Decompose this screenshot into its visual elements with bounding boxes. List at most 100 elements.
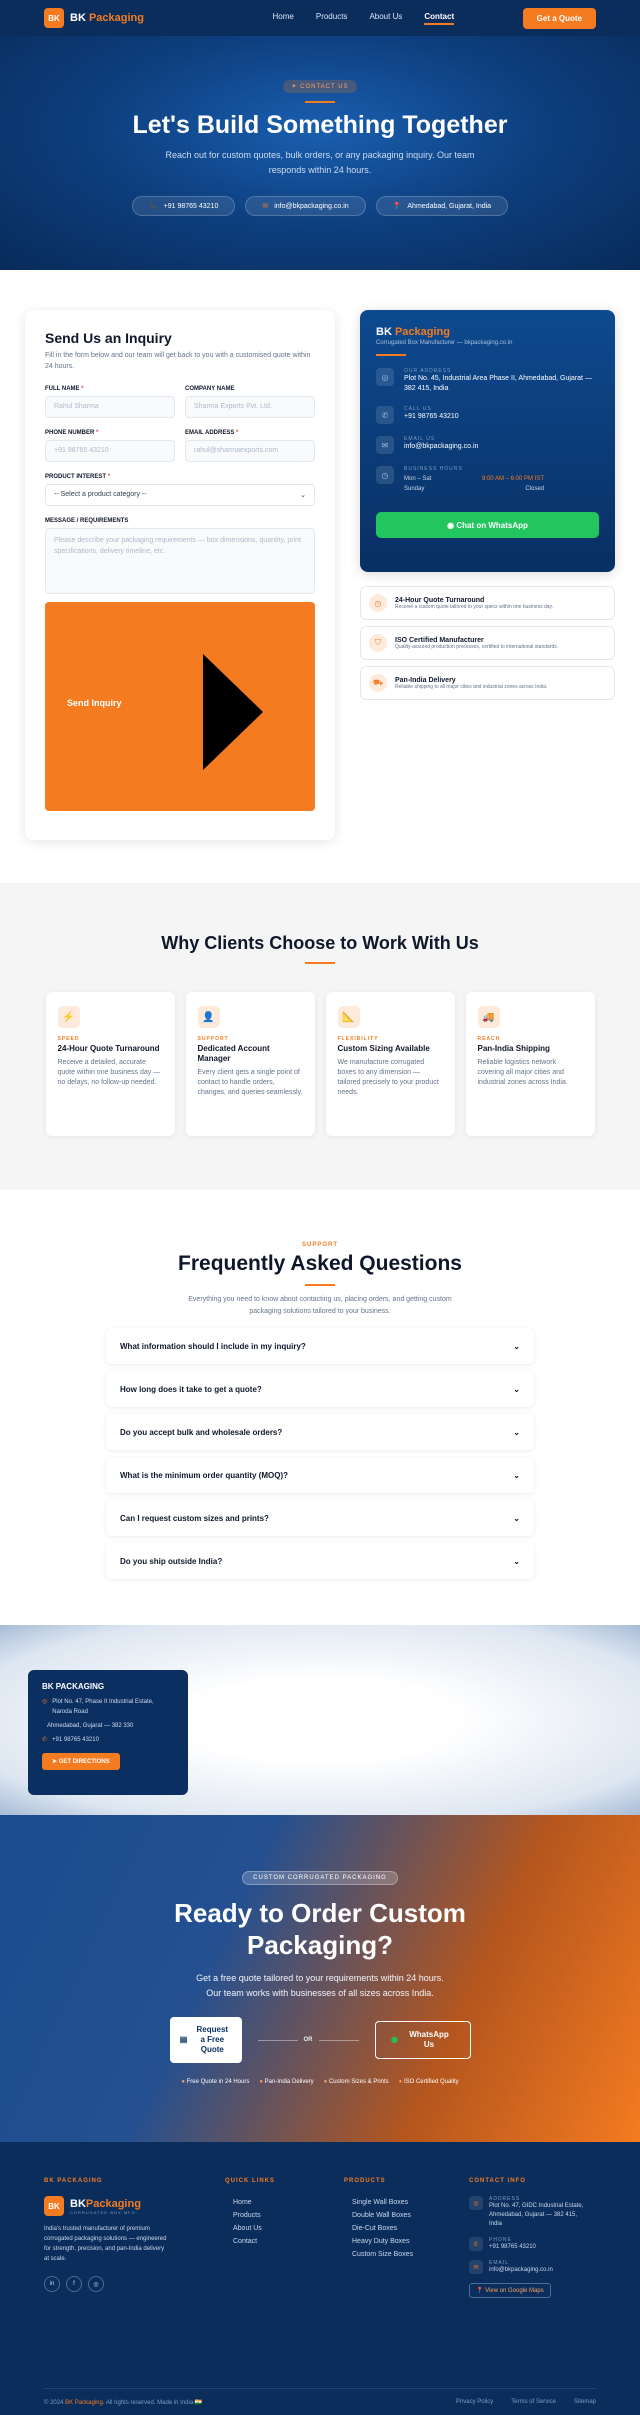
logo-mark: BK	[44, 8, 64, 28]
accent-bar	[305, 101, 335, 103]
why-section: Why Clients Choose to Work With Us ⚡ SPEE…	[0, 883, 640, 1190]
hero-section: ✦ CONTACT US Let's Build Something Toget…	[0, 36, 640, 270]
send-inquiry-button[interactable]: Send Inquiry	[45, 602, 315, 811]
whatsapp-icon: ◉	[447, 520, 457, 530]
contact-card: BK Packaging Corrugated Box Manufacturer…	[360, 310, 615, 572]
mail-icon: ✉	[376, 436, 394, 454]
hero-subtitle: Reach out for custom quotes, bulk orders…	[165, 150, 475, 175]
sitemap-link[interactable]: Sitemap	[574, 2399, 596, 2406]
footer-product-link[interactable]: Single Wall Boxes	[344, 2196, 469, 2209]
why-card: 👤 SUPPORT Dedicated Account Manager Every c…	[185, 992, 315, 1136]
faq-item[interactable]: Do you ship outside India? ⌄	[106, 1543, 534, 1579]
phone-label: PHONE NUMBER	[45, 430, 95, 436]
location-chip: 📍 Ahmedabad, Gujarat, India	[375, 196, 509, 216]
inquiry-section: Send Us an Inquiry Fill in the form belo…	[0, 270, 640, 883]
email-chip[interactable]: ✉ info@bkpackaging.co.in	[245, 196, 366, 216]
product-label: PRODUCT INTEREST	[45, 474, 107, 480]
map-info-card: BK PACKAGING ◎ Plot No. 47, Phase II Indu…	[28, 1670, 188, 1795]
footer-product-link[interactable]: Die-Cut Boxes	[344, 2222, 469, 2235]
faq-item[interactable]: What information should I include in my …	[106, 1328, 534, 1364]
faq-item[interactable]: How long does it take to get a quote? ⌄	[106, 1371, 534, 1407]
google-maps-link[interactable]: 📍 View on Google Maps	[469, 2283, 551, 2298]
footer: BK PACKAGING BK BKPackaging CORRUGATED BO…	[0, 2142, 640, 2415]
whatsapp-us-button[interactable]: ◉ WhatsApp Us	[374, 2021, 471, 2059]
footer-link[interactable]: Contact	[225, 2235, 344, 2248]
document-icon: ▤	[179, 2035, 188, 2044]
faq-title: Frequently Asked Questions	[178, 1252, 462, 1275]
chevron-down-icon: ⌄	[300, 492, 306, 499]
navigate-icon: ➤	[52, 1759, 59, 1765]
email-field[interactable]: rahul@sharmaexports.com	[185, 440, 315, 462]
phone-icon: ✆	[42, 1737, 48, 1743]
why-card: ⚡ SPEED 24-Hour Quote Turnaround Receive a …	[45, 992, 175, 1136]
nav-link-products[interactable]: Products	[316, 12, 348, 25]
chevron-down-icon: ⌄	[513, 1470, 520, 1480]
pin-icon: ◎	[469, 2196, 483, 2210]
email-row[interactable]: ✉ EMAIL US info@bkpackaging.co.in	[376, 436, 599, 454]
footer-link[interactable]: Home	[225, 2196, 344, 2209]
cta-line2: Our team works with businesses of all si…	[206, 1988, 434, 1998]
nav-link-about[interactable]: About Us	[369, 12, 402, 25]
get-directions-button[interactable]: ➤ GET DIRECTIONS	[42, 1753, 120, 1770]
privacy-link[interactable]: Privacy Policy	[456, 2399, 493, 2406]
faq-item[interactable]: What is the minimum order quantity (MOQ)…	[106, 1457, 534, 1493]
footer-logo[interactable]: BK BKPackaging CORRUGATED BOX MFG.	[44, 2196, 219, 2216]
footer-product-link[interactable]: Custom Size Boxes	[344, 2248, 469, 2261]
truck-icon: 🚚	[477, 1006, 500, 1028]
chevron-down-icon: ⌄	[513, 1513, 520, 1523]
footer-link[interactable]: About Us	[225, 2222, 344, 2235]
company-label: COMPANY NAME	[185, 386, 235, 392]
whatsapp-icon[interactable]: ◎	[88, 2276, 104, 2292]
phone-field[interactable]: +91 98765 43210	[45, 440, 175, 462]
map-section[interactable]: BK PACKAGING ◎ Plot No. 47, Phase II Indu…	[0, 1625, 640, 1815]
footer-product-link[interactable]: Double Wall Boxes	[344, 2209, 469, 2222]
faq-subtitle: Everything you need to know about contac…	[188, 1296, 452, 1315]
form-title: Send Us an Inquiry	[45, 330, 172, 346]
facebook-icon[interactable]: f	[66, 2276, 82, 2292]
feature-delivery: ⛟ Pan-India Delivery Reliable shipping to …	[360, 666, 615, 700]
top-nav: BK BK Packaging Home Products About Us C…	[0, 0, 640, 36]
logo-accent: Packaging	[88, 12, 144, 24]
logo[interactable]: BK BK Packaging	[44, 8, 144, 28]
nav-links: Home Products About Us Contact	[273, 12, 455, 25]
hours-row: ◷ BUSINESS HOURS Mon – Sat 9:00 AM – 6:00 P…	[376, 466, 599, 492]
pin-icon: ◎	[42, 1699, 48, 1705]
full-name-field[interactable]: Rahul Sharma	[45, 396, 175, 418]
footer-desc: India's trusted manufacturer of premium …	[44, 2226, 167, 2262]
request-quote-button[interactable]: ▤ Request a Free Quote	[169, 2017, 242, 2063]
cta-line1: Get a free quote tailored to your requir…	[196, 1973, 444, 1983]
nav-link-contact[interactable]: Contact	[424, 12, 455, 25]
hero-chips: 📞 +91 98765 43210 ✉ info@bkpackaging.co.in…	[0, 196, 640, 216]
feature-quote: ◷ 24-Hour Quote Turnaround Receive a custo…	[360, 586, 615, 620]
faq-item[interactable]: Can I request custom sizes and prints? ⌄	[106, 1500, 534, 1536]
form-subtitle: Fill in the form below and our team will…	[45, 352, 311, 370]
user-icon: 👤	[197, 1006, 220, 1028]
footer-product-link[interactable]: Heavy Duty Boxes	[344, 2235, 469, 2248]
chevron-down-icon: ⌄	[513, 1427, 520, 1437]
why-card: 📐 FLEXIBILITY Custom Sizing Available We ma…	[325, 992, 455, 1136]
full-name-label: FULL NAME	[45, 386, 80, 392]
company-field[interactable]: Sharma Exports Pvt. Ltd.	[185, 396, 315, 418]
message-label: MESSAGE / REQUIREMENTS	[45, 518, 129, 524]
footer-link[interactable]: Products	[225, 2209, 344, 2222]
cta-title: Ready to Order Custom Packaging?	[174, 1898, 466, 1960]
truck-icon: ⛟	[369, 674, 387, 692]
linkedin-icon[interactable]: in	[44, 2276, 60, 2292]
whatsapp-button[interactable]: ◉ Chat on WhatsApp	[376, 512, 599, 538]
product-select[interactable]: -- Select a product category -- ⌄	[45, 484, 315, 506]
copyright-bar: © 2024 BK Packaging. All rights reserved…	[44, 2388, 596, 2406]
faq-eyebrow: SUPPORT	[301, 1242, 338, 1248]
pin-icon: 📍	[392, 203, 402, 210]
call-row[interactable]: ✆ CALL US +91 98765 43210	[376, 406, 599, 424]
nav-link-home[interactable]: Home	[273, 12, 294, 25]
get-quote-button[interactable]: Get a Quote	[522, 7, 596, 29]
logo-brand: BK	[70, 12, 86, 24]
cta-section: CUSTOM CORRUGATED PACKAGING Ready to Ord…	[0, 1815, 640, 2142]
pin-icon: ◎	[376, 368, 394, 386]
message-field[interactable]: Please describe your packaging requireme…	[45, 528, 315, 594]
phone-chip[interactable]: 📞 +91 98765 43210	[131, 196, 236, 216]
faq-item[interactable]: Do you accept bulk and wholesale orders?…	[106, 1414, 534, 1450]
terms-link[interactable]: Terms of Service	[511, 2399, 556, 2406]
why-card: 🚚 REACH Pan-India Shipping Reliable logisti…	[465, 992, 595, 1136]
phone-icon: ✆	[469, 2237, 483, 2251]
